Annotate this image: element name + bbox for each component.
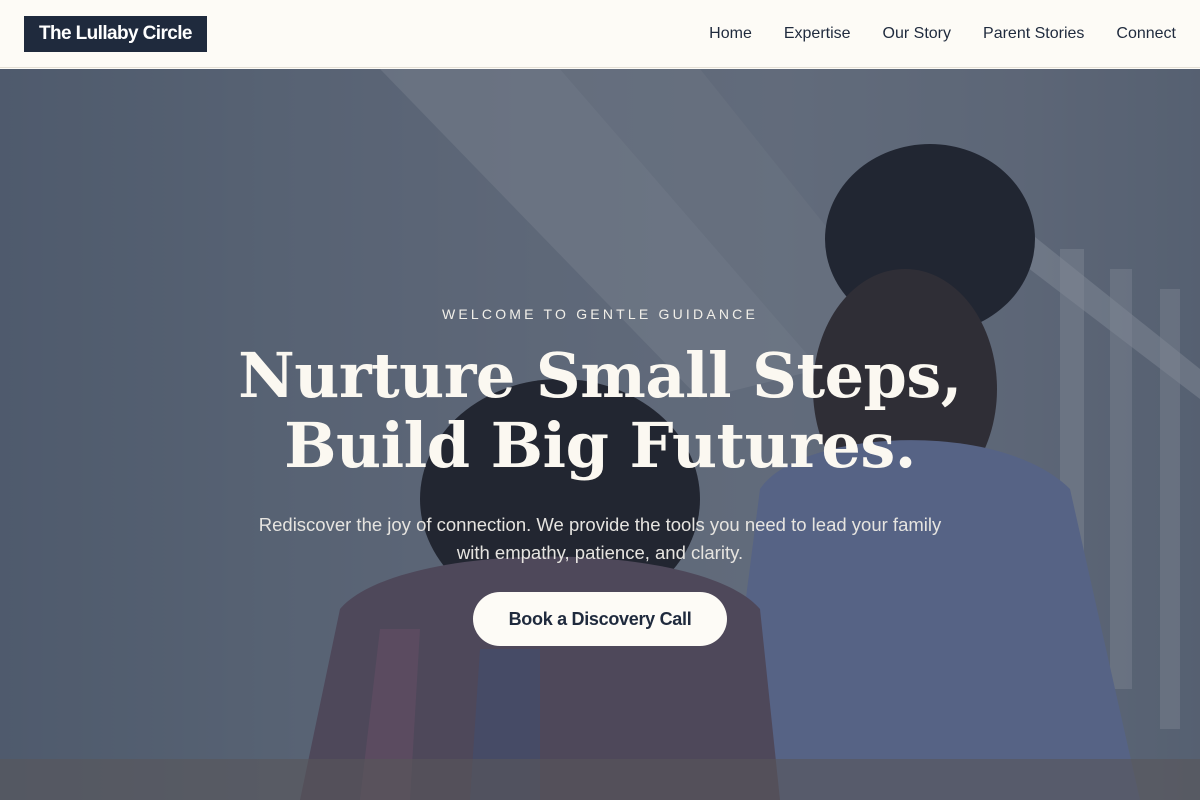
- nav-link-expertise[interactable]: Expertise: [784, 25, 851, 43]
- hero-headline-line-1: Nurture Small Steps,: [238, 339, 962, 412]
- hero-headline-line-2: Build Big Futures.: [284, 409, 916, 482]
- book-discovery-call-button[interactable]: Book a Discovery Call: [473, 592, 727, 646]
- site-logo[interactable]: The Lullaby Circle: [24, 15, 207, 52]
- nav-link-our-story[interactable]: Our Story: [883, 25, 951, 43]
- nav-link-parent-stories[interactable]: Parent Stories: [983, 25, 1084, 43]
- hero-subtext: Rediscover the joy of connection. We pro…: [258, 514, 942, 563]
- nav-link-connect[interactable]: Connect: [1116, 25, 1176, 43]
- hero-section: WELCOME TO GENTLE GUIDANCE Nurture Small…: [0, 69, 1200, 800]
- nav-link-home[interactable]: Home: [709, 25, 752, 43]
- main-nav: Home Expertise Our Story Parent Stories …: [677, 25, 1176, 43]
- site-header: The Lullaby Circle Home Expertise Our St…: [0, 0, 1200, 68]
- hero-headline: Nurture Small Steps, Build Big Futures.: [0, 341, 1200, 481]
- hero-eyebrow: WELCOME TO GENTLE GUIDANCE: [441, 306, 759, 322]
